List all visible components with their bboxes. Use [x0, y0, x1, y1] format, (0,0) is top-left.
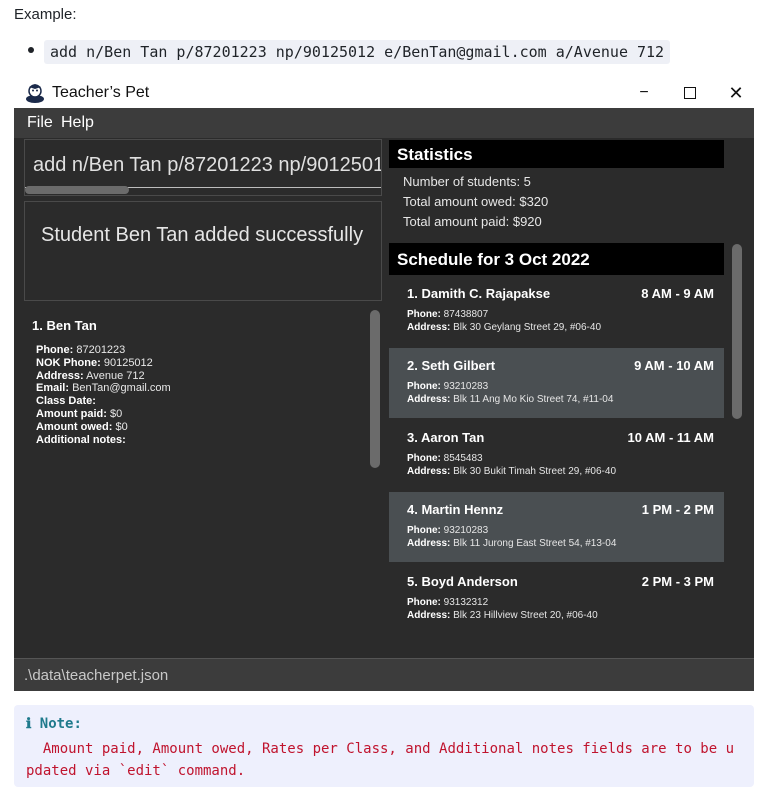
stat-total-owed: Total amount owed: $320: [403, 194, 549, 209]
data-file-path: .\data\teacherpet.json: [24, 667, 169, 684]
schedule-item[interactable]: 3. Aaron Tan 10 AM - 11 AM Phone: 854548…: [389, 420, 724, 490]
app-body: File Help Student Ben Tan added successf…: [14, 108, 754, 691]
result-message: Student Ben Tan added successfully: [41, 224, 364, 246]
email-label: Email:: [36, 382, 70, 395]
schedule-address-label: Address:: [407, 322, 451, 333]
phone-label: Phone:: [36, 344, 74, 356]
schedule-item-phone: 93132312: [443, 597, 489, 608]
statistics-title: Statistics: [397, 145, 473, 164]
schedule-item-time: 8 AM - 9 AM: [641, 286, 714, 301]
command-input[interactable]: [25, 152, 381, 178]
result-display: Student Ben Tan added successfully: [24, 201, 382, 301]
menu-file[interactable]: File: [27, 114, 53, 132]
stat-number-of-students: Number of students: 5: [403, 174, 531, 189]
schedule-scrollbar[interactable]: [732, 244, 742, 419]
student-list-scrollbar[interactable]: [370, 310, 380, 468]
main-content: Student Ben Tan added successfully 1. Be…: [14, 138, 754, 658]
schedule-item[interactable]: 1. Damith C. Rajapakse 8 AM - 9 AM Phone…: [389, 276, 724, 346]
schedule-address-label: Address:: [407, 466, 451, 477]
schedule-phone-label: Phone:: [407, 453, 441, 464]
schedule-item-phone: 87438807: [443, 309, 489, 320]
nok-phone-label: NOK Phone:: [36, 356, 101, 369]
schedule-item-phone: 8545483: [443, 453, 483, 464]
student-details: Phone: 87201223 NOK Phone: 90125012 Addr…: [36, 344, 171, 446]
email-value: BenTan@gmail.com: [72, 382, 171, 395]
status-bar: .\data\teacherpet.json: [14, 658, 754, 691]
student-list-panel: 1. Ben Tan Phone: 87201223 NOK Phone: 90…: [24, 310, 380, 650]
window-title: Teacher’s Pet: [52, 84, 150, 101]
info-icon: ℹ: [26, 716, 32, 732]
note-callout: ℹ Note: Amount paid, Amount owed, Rates …: [14, 705, 754, 787]
schedule-item-phone: 93210283: [443, 381, 489, 392]
statistics-header: Statistics: [389, 140, 724, 168]
amount-owed-label: Amount owed:: [36, 420, 113, 433]
app-window: Teacher’s Pet − ✕ File Help Student Ben …: [14, 78, 754, 691]
schedule-item-name: 2. Seth Gilbert: [407, 358, 496, 373]
phone-value: 87201223: [76, 344, 126, 356]
schedule-address-label: Address:: [407, 394, 451, 405]
close-button[interactable]: ✕: [716, 81, 756, 105]
schedule-item-address: Blk 23 Hillview Street 20, #06-40: [453, 610, 598, 621]
schedule-phone-label: Phone:: [407, 597, 441, 608]
menu-bar: File Help: [14, 108, 754, 138]
schedule-item-name: 4. Martin Hennz: [407, 502, 504, 517]
stat-total-paid: Total amount paid: $920: [403, 214, 542, 229]
address-label: Address:: [36, 369, 84, 382]
schedule-phone-label: Phone:: [407, 309, 441, 320]
minimize-button[interactable]: −: [624, 81, 664, 105]
note-heading-text: Note:: [39, 716, 82, 732]
additional-notes-label: Additional notes:: [36, 433, 126, 446]
schedule-title: Schedule for 3 Oct 2022: [397, 250, 590, 269]
schedule-item-address: Blk 11 Ang Mo Kio Street 74, #11-04: [453, 394, 614, 405]
amount-owed-value: $0: [115, 420, 128, 433]
amount-paid-value: $0: [109, 407, 123, 420]
schedule-item-address: Blk 30 Bukit Timah Street 29, #06-40: [453, 466, 617, 477]
schedule-phone-label: Phone:: [407, 381, 441, 392]
schedule-header: Schedule for 3 Oct 2022: [389, 243, 724, 275]
schedule-item-time: 1 PM - 2 PM: [641, 502, 714, 517]
note-heading: ℹ Note:: [26, 716, 82, 732]
app-logo-icon: [26, 84, 44, 103]
schedule-item-time: 2 PM - 3 PM: [641, 574, 714, 589]
schedule-phone-label: Phone:: [407, 525, 441, 536]
example-command-code: add n/Ben Tan p/87201223 np/90125012 e/B…: [44, 40, 671, 64]
command-box: [24, 139, 382, 196]
schedule-item-name: 1. Damith C. Rajapakse: [407, 286, 551, 301]
amount-paid-label: Amount paid:: [36, 407, 107, 420]
note-body: Amount paid, Amount owed, Rates per Clas…: [26, 741, 735, 779]
student-name[interactable]: 1. Ben Tan: [32, 318, 97, 333]
maximize-icon: [684, 86, 696, 99]
schedule-item-name: 5. Boyd Anderson: [407, 574, 518, 589]
schedule-item[interactable]: 4. Martin Hennz 1 PM - 2 PM Phone: 93210…: [389, 492, 724, 562]
schedule-item-name: 3. Aaron Tan: [407, 430, 485, 445]
menu-help[interactable]: Help: [61, 114, 94, 132]
schedule-address-label: Address:: [407, 610, 451, 621]
bullet-icon: [28, 38, 36, 53]
schedule-item-address: Blk 30 Geylang Street 29, #06-40: [453, 322, 602, 333]
schedule-item[interactable]: 2. Seth Gilbert 9 AM - 10 AM Phone: 9321…: [389, 348, 724, 418]
schedule-item-phone: 93210283: [443, 525, 489, 536]
title-bar: Teacher’s Pet − ✕: [14, 78, 754, 108]
maximize-button[interactable]: [670, 81, 710, 105]
schedule-item-address: Blk 11 Jurong East Street 54, #13-04: [453, 538, 617, 549]
address-value: Avenue 712: [86, 369, 145, 382]
schedule-item-time: 10 AM - 11 AM: [627, 430, 714, 445]
example-label: Example:: [14, 6, 77, 23]
class-date-label: Class Date:: [36, 395, 96, 408]
schedule-item[interactable]: 5. Boyd Anderson 2 PM - 3 PM Phone: 9313…: [389, 564, 724, 634]
schedule-item-time: 9 AM - 10 AM: [634, 358, 714, 373]
nok-phone-value: 90125012: [103, 356, 153, 369]
command-scrollbar[interactable]: [25, 186, 129, 194]
schedule-address-label: Address:: [407, 538, 451, 549]
